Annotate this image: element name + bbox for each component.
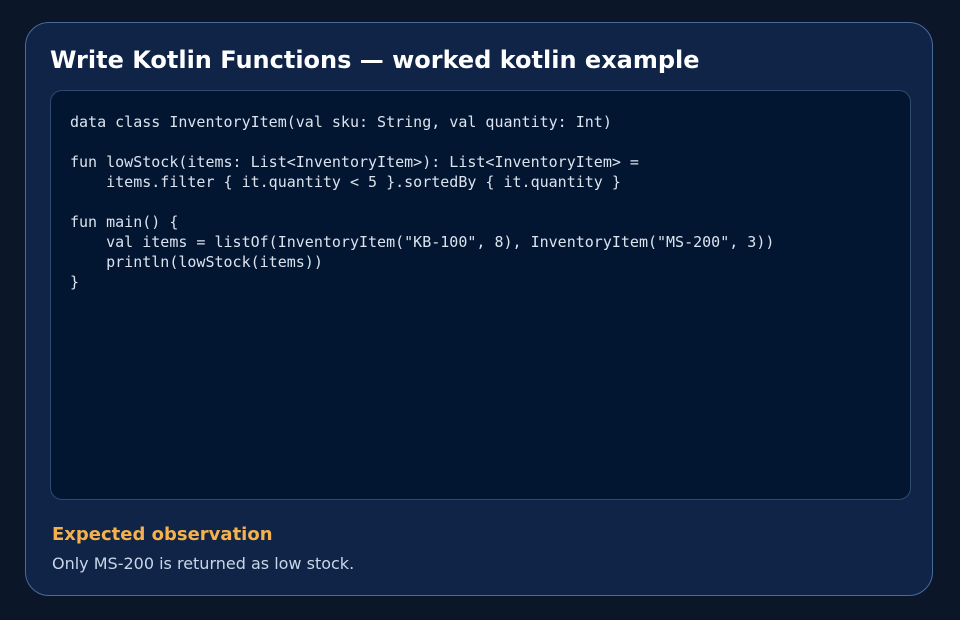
- expected-observation-text: Only MS-200 is returned as low stock.: [52, 554, 355, 573]
- card-title: Write Kotlin Functions — worked kotlin e…: [50, 46, 700, 74]
- code-panel[interactable]: data class InventoryItem(val sku: String…: [50, 90, 911, 500]
- expected-observation-heading: Expected observation: [52, 524, 273, 545]
- example-card: Write Kotlin Functions — worked kotlin e…: [25, 22, 933, 596]
- code-block[interactable]: data class InventoryItem(val sku: String…: [70, 112, 774, 292]
